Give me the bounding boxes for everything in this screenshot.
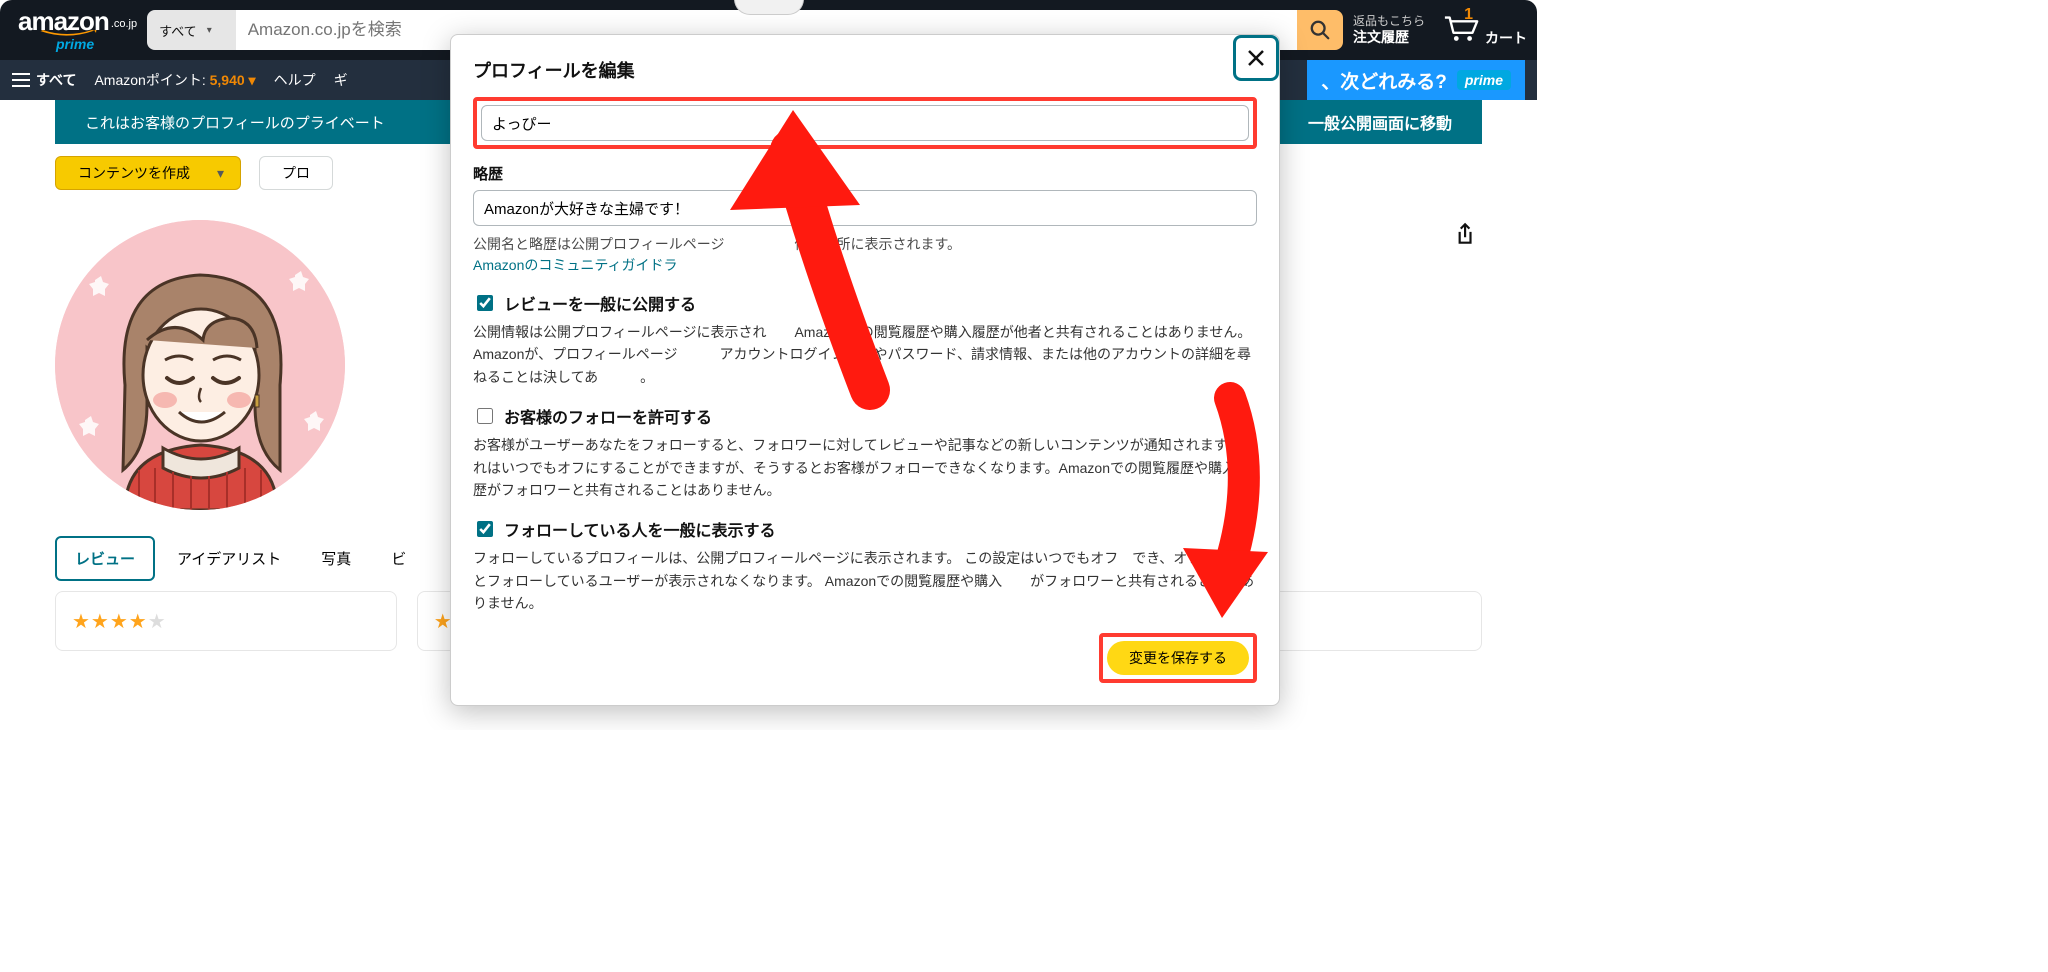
name-field-highlight xyxy=(473,97,1257,149)
public-reviews-label: レビューを一般に公開する xyxy=(504,291,696,315)
display-name-input[interactable] xyxy=(481,105,1249,141)
checkbox-row-public-reviews: レビューを一般に公開する xyxy=(473,291,1257,315)
cart-count: 1 xyxy=(1464,7,1473,23)
nav-cart[interactable]: 1 カート xyxy=(1443,13,1527,48)
allow-follow-label: お客様のフォローを許可する xyxy=(504,404,712,428)
close-icon xyxy=(1247,49,1265,67)
create-content-button[interactable]: コンテンツを作成 xyxy=(55,156,241,190)
edit-profile-button[interactable]: プロ xyxy=(259,156,333,190)
nav-orders[interactable]: 返品もこちら 注文履歴 xyxy=(1353,14,1425,47)
bio-label: 略歴 xyxy=(473,163,1257,184)
points-label: Amazonポイント: xyxy=(94,72,205,88)
points-value: 5,940 xyxy=(210,72,245,88)
chevron-down-icon: ▾ xyxy=(249,72,256,88)
avatar[interactable] xyxy=(55,220,345,510)
hamburger-icon xyxy=(12,79,30,81)
search-button[interactable] xyxy=(1297,10,1343,50)
community-guidelines-link[interactable]: Amazonのコミュニティガイドラ xyxy=(473,257,678,273)
bio-input[interactable] xyxy=(473,190,1257,226)
nav-all-label: すべて xyxy=(36,70,76,90)
amazon-logo[interactable]: amazon .co.jp prime xyxy=(18,8,137,52)
nav-right: 返品もこちら 注文履歴 1 カート xyxy=(1353,13,1527,48)
show-following-label: フォローしている人を一般に表示する xyxy=(504,517,776,541)
nav-points[interactable]: Amazonポイント: 5,940 ▾ xyxy=(94,70,255,90)
edit-profile-modal: プロフィールを編集 略歴 公開名と略歴は公開プロフィールページ 他の場所に表示さ… xyxy=(450,34,1280,706)
checkbox-row-allow-follow: お客様のフォローを許可する xyxy=(473,404,1257,428)
nav-promo[interactable]: 、次どれみる? prime xyxy=(1307,60,1525,100)
helper-text: 公開名と略歴は公開プロフィールページ 他の場所に表示されます。 xyxy=(473,234,1257,255)
browser-notch xyxy=(734,0,804,15)
checkbox-row-show-following: フォローしている人を一般に表示する xyxy=(473,517,1257,541)
cart-label: カート xyxy=(1485,29,1527,47)
public-reviews-desc: 公開情報は公開プロフィールページに表示され Amazonでの閲覧履歴や購入履歴が… xyxy=(473,321,1257,388)
logo-prime: prime xyxy=(56,36,94,52)
show-following-checkbox[interactable] xyxy=(477,521,493,537)
tab-idealist[interactable]: アイデアリスト xyxy=(159,536,299,581)
review-card[interactable]: ★★★★★ xyxy=(55,591,397,651)
save-button[interactable]: 変更を保存する xyxy=(1107,641,1249,675)
allow-follow-checkbox[interactable] xyxy=(477,408,493,424)
tab-reviews[interactable]: レビュー xyxy=(55,536,155,581)
share-icon[interactable] xyxy=(1451,220,1477,255)
avatar-illustration xyxy=(55,220,345,510)
nav-help[interactable]: ヘルプ xyxy=(274,70,316,90)
tab-more[interactable]: ビ xyxy=(373,536,424,581)
star-rating: ★★★★★ xyxy=(72,609,167,634)
save-button-highlight: 変更を保存する xyxy=(1099,633,1257,683)
nav-all-menu[interactable]: すべて xyxy=(12,70,76,90)
promo-text: 、次どれみる? xyxy=(1321,67,1447,94)
edit-profile-label: プロ xyxy=(282,163,310,183)
search-category-dropdown[interactable]: すべて xyxy=(147,10,236,50)
cart-icon: 1 xyxy=(1443,13,1481,48)
modal-title: プロフィールを編集 xyxy=(473,57,1257,83)
show-following-desc: フォローしているプロフィールは、公開プロフィールページに表示されます。 この設定… xyxy=(473,547,1257,614)
search-category-label: すべて xyxy=(159,21,197,40)
public-reviews-checkbox[interactable] xyxy=(477,295,493,311)
save-row: 変更を保存する xyxy=(473,633,1257,683)
app-window: amazon .co.jp prime すべて 返品もこちら 注文履歴 xyxy=(0,0,1537,730)
nav-item-truncated[interactable]: ギ xyxy=(334,70,348,90)
search-icon xyxy=(1309,19,1331,41)
prime-badge: prime xyxy=(1457,70,1511,90)
orders-label: 注文履歴 xyxy=(1353,28,1425,46)
tab-photos[interactable]: 写真 xyxy=(303,536,369,581)
modal-close-button[interactable] xyxy=(1233,35,1279,81)
returns-label: 返品もこちら xyxy=(1353,14,1425,28)
public-view-link[interactable]: 一般公開画面に移動 xyxy=(1308,110,1452,134)
allow-follow-desc: お客様がユーザーあなたをフォローすると、フォロワーに対してレビューや記事などの新… xyxy=(473,434,1257,501)
banner-message: これはお客様のプロフィールのプライベート xyxy=(85,112,385,133)
create-label: コンテンツを作成 xyxy=(78,163,190,183)
